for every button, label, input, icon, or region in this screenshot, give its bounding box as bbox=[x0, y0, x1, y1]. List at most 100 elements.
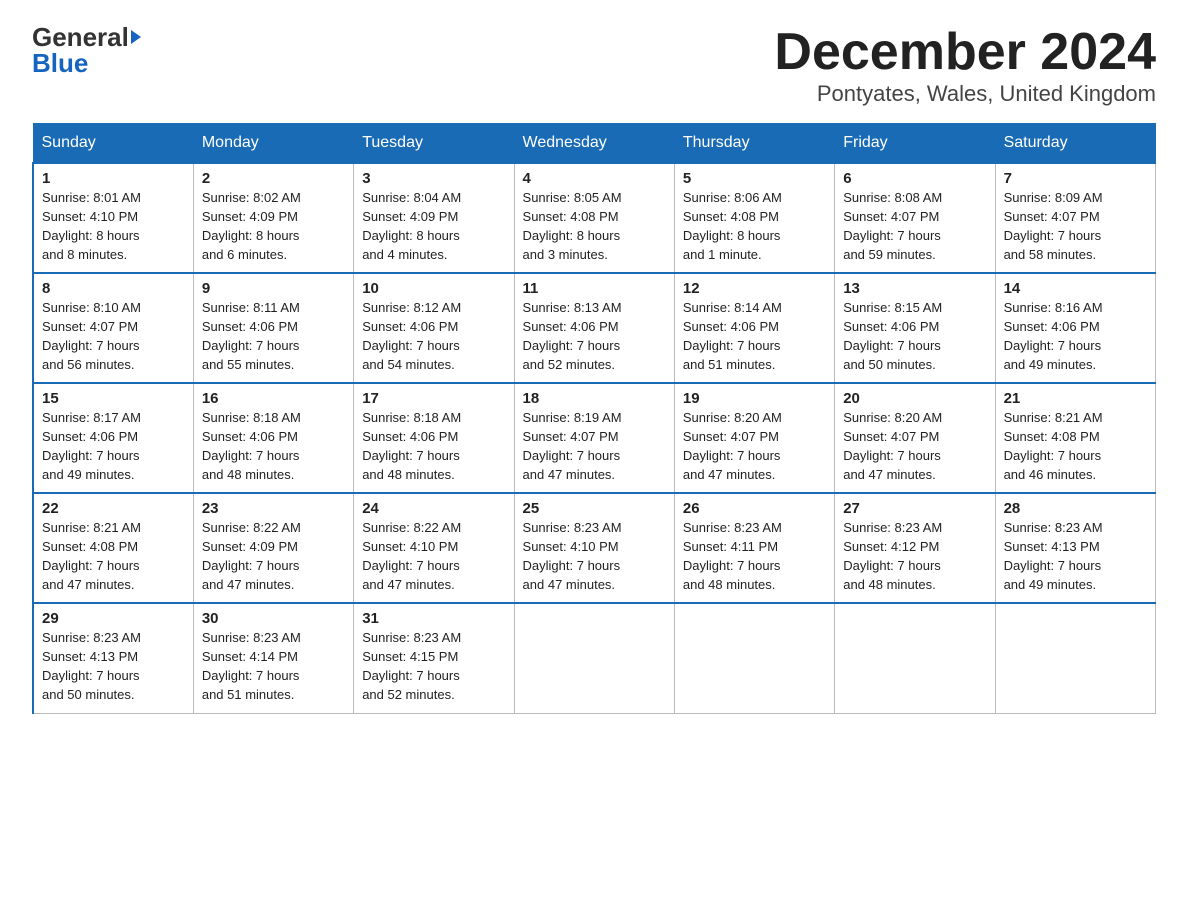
day-info: Sunrise: 8:10 AM Sunset: 4:07 PM Dayligh… bbox=[42, 299, 185, 374]
calendar-week-1: 1 Sunrise: 8:01 AM Sunset: 4:10 PM Daylig… bbox=[33, 163, 1156, 273]
day-number: 28 bbox=[1004, 500, 1147, 517]
calendar-day-14: 14 Sunrise: 8:16 AM Sunset: 4:06 PM Dayli… bbox=[995, 273, 1155, 383]
calendar-day-9: 9 Sunrise: 8:11 AM Sunset: 4:06 PM Daylig… bbox=[193, 273, 353, 383]
page-header: General Blue December 2024 Pontyates, Wa… bbox=[32, 24, 1156, 107]
calendar-body: 1 Sunrise: 8:01 AM Sunset: 4:10 PM Daylig… bbox=[33, 163, 1156, 713]
calendar-day-11: 11 Sunrise: 8:13 AM Sunset: 4:06 PM Dayli… bbox=[514, 273, 674, 383]
day-info: Sunrise: 8:13 AM Sunset: 4:06 PM Dayligh… bbox=[523, 299, 666, 374]
day-info: Sunrise: 8:02 AM Sunset: 4:09 PM Dayligh… bbox=[202, 189, 345, 264]
day-info: Sunrise: 8:09 AM Sunset: 4:07 PM Dayligh… bbox=[1004, 189, 1147, 264]
calendar-day-23: 23 Sunrise: 8:22 AM Sunset: 4:09 PM Dayli… bbox=[193, 493, 353, 603]
day-info: Sunrise: 8:22 AM Sunset: 4:09 PM Dayligh… bbox=[202, 519, 345, 594]
calendar-day-24: 24Sunrise: 8:22 AM Sunset: 4:10 PM Dayli… bbox=[354, 493, 514, 603]
header-day-saturday: Saturday bbox=[995, 124, 1155, 164]
logo-blue: Blue bbox=[32, 50, 88, 76]
calendar-day-4: 4 Sunrise: 8:05 AM Sunset: 4:08 PM Daylig… bbox=[514, 163, 674, 273]
calendar-day-28: 28 Sunrise: 8:23 AM Sunset: 4:13 PM Dayli… bbox=[995, 493, 1155, 603]
day-number: 1 bbox=[42, 170, 185, 187]
day-number: 6 bbox=[843, 170, 986, 187]
day-info: Sunrise: 8:21 AM Sunset: 4:08 PM Dayligh… bbox=[42, 519, 185, 594]
calendar-week-3: 15 Sunrise: 8:17 AM Sunset: 4:06 PM Dayli… bbox=[33, 383, 1156, 493]
empty-day bbox=[995, 603, 1155, 713]
calendar-day-22: 22 Sunrise: 8:21 AM Sunset: 4:08 PM Dayli… bbox=[33, 493, 193, 603]
day-number: 24 bbox=[362, 500, 505, 517]
day-number: 29 bbox=[42, 610, 185, 627]
calendar-day-1: 1 Sunrise: 8:01 AM Sunset: 4:10 PM Daylig… bbox=[33, 163, 193, 273]
calendar-day-5: 5 Sunrise: 8:06 AM Sunset: 4:08 PM Daylig… bbox=[674, 163, 834, 273]
calendar-day-18: 18 Sunrise: 8:19 AM Sunset: 4:07 PM Dayli… bbox=[514, 383, 674, 493]
day-number: 7 bbox=[1004, 170, 1147, 187]
logo-general: General bbox=[32, 24, 129, 50]
calendar-day-8: 8 Sunrise: 8:10 AM Sunset: 4:07 PM Daylig… bbox=[33, 273, 193, 383]
header-day-friday: Friday bbox=[835, 124, 995, 164]
day-number: 20 bbox=[843, 390, 986, 407]
day-info: Sunrise: 8:20 AM Sunset: 4:07 PM Dayligh… bbox=[683, 409, 826, 484]
calendar-day-10: 10 Sunrise: 8:12 AM Sunset: 4:06 PM Dayli… bbox=[354, 273, 514, 383]
calendar-day-30: 30Sunrise: 8:23 AM Sunset: 4:14 PM Dayli… bbox=[193, 603, 353, 713]
day-number: 25 bbox=[523, 500, 666, 517]
day-number: 11 bbox=[523, 280, 666, 297]
calendar-day-2: 2 Sunrise: 8:02 AM Sunset: 4:09 PM Daylig… bbox=[193, 163, 353, 273]
title-block: December 2024 Pontyates, Wales, United K… bbox=[774, 24, 1156, 107]
day-info: Sunrise: 8:21 AM Sunset: 4:08 PM Dayligh… bbox=[1004, 409, 1147, 484]
day-number: 14 bbox=[1004, 280, 1147, 297]
day-number: 19 bbox=[683, 390, 826, 407]
logo: General Blue bbox=[32, 24, 141, 76]
day-number: 27 bbox=[843, 500, 986, 517]
day-number: 23 bbox=[202, 500, 345, 517]
header-day-wednesday: Wednesday bbox=[514, 124, 674, 164]
day-info: Sunrise: 8:16 AM Sunset: 4:06 PM Dayligh… bbox=[1004, 299, 1147, 374]
day-info: Sunrise: 8:15 AM Sunset: 4:06 PM Dayligh… bbox=[843, 299, 986, 374]
calendar-day-3: 3Sunrise: 8:04 AM Sunset: 4:09 PM Daylig… bbox=[354, 163, 514, 273]
day-number: 17 bbox=[362, 390, 505, 407]
calendar-day-29: 29 Sunrise: 8:23 AM Sunset: 4:13 PM Dayli… bbox=[33, 603, 193, 713]
day-number: 31 bbox=[362, 610, 505, 627]
calendar-day-13: 13Sunrise: 8:15 AM Sunset: 4:06 PM Dayli… bbox=[835, 273, 995, 383]
calendar-day-6: 6 Sunrise: 8:08 AM Sunset: 4:07 PM Daylig… bbox=[835, 163, 995, 273]
day-info: Sunrise: 8:23 AM Sunset: 4:13 PM Dayligh… bbox=[42, 629, 185, 704]
header-day-sunday: Sunday bbox=[33, 124, 193, 164]
day-info: Sunrise: 8:08 AM Sunset: 4:07 PM Dayligh… bbox=[843, 189, 986, 264]
day-info: Sunrise: 8:23 AM Sunset: 4:13 PM Dayligh… bbox=[1004, 519, 1147, 594]
calendar-week-2: 8 Sunrise: 8:10 AM Sunset: 4:07 PM Daylig… bbox=[33, 273, 1156, 383]
day-number: 30 bbox=[202, 610, 345, 627]
day-number: 9 bbox=[202, 280, 345, 297]
day-info: Sunrise: 8:18 AM Sunset: 4:06 PM Dayligh… bbox=[202, 409, 345, 484]
day-number: 18 bbox=[523, 390, 666, 407]
day-info: Sunrise: 8:12 AM Sunset: 4:06 PM Dayligh… bbox=[362, 299, 505, 374]
day-number: 5 bbox=[683, 170, 826, 187]
header-row: SundayMondayTuesdayWednesdayThursdayFrid… bbox=[33, 124, 1156, 164]
location: Pontyates, Wales, United Kingdom bbox=[774, 81, 1156, 107]
header-day-tuesday: Tuesday bbox=[354, 124, 514, 164]
calendar-header: SundayMondayTuesdayWednesdayThursdayFrid… bbox=[33, 124, 1156, 164]
day-info: Sunrise: 8:01 AM Sunset: 4:10 PM Dayligh… bbox=[42, 189, 185, 264]
day-info: Sunrise: 8:06 AM Sunset: 4:08 PM Dayligh… bbox=[683, 189, 826, 264]
day-info: Sunrise: 8:11 AM Sunset: 4:06 PM Dayligh… bbox=[202, 299, 345, 374]
day-number: 4 bbox=[523, 170, 666, 187]
calendar-day-17: 17Sunrise: 8:18 AM Sunset: 4:06 PM Dayli… bbox=[354, 383, 514, 493]
header-day-monday: Monday bbox=[193, 124, 353, 164]
calendar-day-25: 25Sunrise: 8:23 AM Sunset: 4:10 PM Dayli… bbox=[514, 493, 674, 603]
day-number: 26 bbox=[683, 500, 826, 517]
day-number: 8 bbox=[42, 280, 185, 297]
calendar-day-7: 7 Sunrise: 8:09 AM Sunset: 4:07 PM Daylig… bbox=[995, 163, 1155, 273]
day-info: Sunrise: 8:23 AM Sunset: 4:15 PM Dayligh… bbox=[362, 629, 505, 704]
day-number: 10 bbox=[362, 280, 505, 297]
calendar-day-15: 15 Sunrise: 8:17 AM Sunset: 4:06 PM Dayli… bbox=[33, 383, 193, 493]
day-number: 22 bbox=[42, 500, 185, 517]
day-info: Sunrise: 8:17 AM Sunset: 4:06 PM Dayligh… bbox=[42, 409, 185, 484]
calendar-week-5: 29 Sunrise: 8:23 AM Sunset: 4:13 PM Dayli… bbox=[33, 603, 1156, 713]
day-info: Sunrise: 8:05 AM Sunset: 4:08 PM Dayligh… bbox=[523, 189, 666, 264]
calendar-day-27: 27Sunrise: 8:23 AM Sunset: 4:12 PM Dayli… bbox=[835, 493, 995, 603]
day-info: Sunrise: 8:19 AM Sunset: 4:07 PM Dayligh… bbox=[523, 409, 666, 484]
calendar-day-12: 12Sunrise: 8:14 AM Sunset: 4:06 PM Dayli… bbox=[674, 273, 834, 383]
calendar-day-21: 21 Sunrise: 8:21 AM Sunset: 4:08 PM Dayli… bbox=[995, 383, 1155, 493]
calendar-day-26: 26 Sunrise: 8:23 AM Sunset: 4:11 PM Dayli… bbox=[674, 493, 834, 603]
day-number: 12 bbox=[683, 280, 826, 297]
day-info: Sunrise: 8:23 AM Sunset: 4:11 PM Dayligh… bbox=[683, 519, 826, 594]
day-number: 2 bbox=[202, 170, 345, 187]
day-number: 21 bbox=[1004, 390, 1147, 407]
calendar-table: SundayMondayTuesdayWednesdayThursdayFrid… bbox=[32, 123, 1156, 714]
day-number: 15 bbox=[42, 390, 185, 407]
day-number: 3 bbox=[362, 170, 505, 187]
